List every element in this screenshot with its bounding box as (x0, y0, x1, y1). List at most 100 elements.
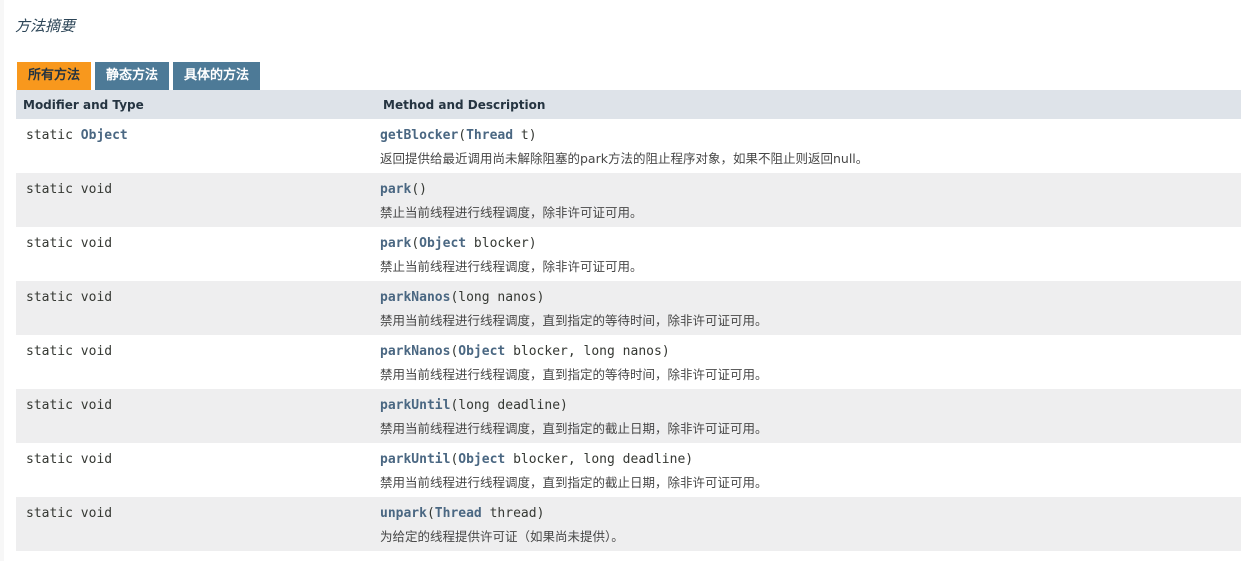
param-name: blocker (466, 236, 529, 251)
tab-concrete-methods[interactable]: 具体的方法 (173, 62, 261, 90)
modifier-and-type: static void (16, 497, 377, 521)
method-description: 禁用当前线程进行线程调度，直到指定的截止日期，除非许可证可用。 (380, 475, 768, 490)
method-name-link[interactable]: parkNanos (380, 290, 450, 305)
column-header-method: Method and Description (377, 90, 1241, 119)
modifier-keyword: static (26, 128, 73, 143)
modifier-cell: static void (16, 173, 377, 227)
method-filter-tabs: 所有方法 静态方法 具体的方法 (17, 62, 261, 90)
return-type: void (80, 344, 113, 359)
param-type-link[interactable]: Thread (435, 506, 482, 521)
table-row: static void park(Object blocker) 禁止当前线程进… (16, 227, 1241, 281)
modifier-cell: static void (16, 227, 377, 281)
open-paren: ( (426, 506, 435, 521)
modifier-and-type: static Object (16, 119, 377, 143)
modifier-and-type: static void (16, 281, 377, 305)
method-description: 为给定的线程提供许可证（如果尚未提供）。 (380, 529, 624, 544)
column-header-modifier: Modifier and Type (16, 90, 377, 119)
open-paren: ( (411, 236, 420, 251)
method-name-link[interactable]: unpark (380, 506, 427, 521)
modifier-keyword: static (26, 506, 73, 521)
table-row: static Object getBlocker(Thread t) 返回提供给… (16, 119, 1241, 173)
table-row: static void parkNanos(Object blocker, lo… (16, 335, 1241, 389)
modifier-keyword: static (26, 236, 73, 251)
table-row: static void unpark(Thread thread) 为给定的线程… (16, 497, 1241, 551)
method-name-link[interactable]: parkNanos (380, 344, 450, 359)
param-name-2: long deadline (583, 452, 686, 467)
modifier-cell: static void (16, 497, 377, 551)
param-name: thread (481, 506, 537, 521)
modifier-and-type: static void (16, 227, 377, 251)
close-paren: ) (528, 128, 537, 143)
method-description: 禁用当前线程进行线程调度，直到指定的等待时间，除非许可证可用。 (380, 367, 768, 382)
close-paren: ) (528, 236, 537, 251)
method-name-link[interactable]: parkUntil (380, 398, 450, 413)
method-cell: parkUntil(Object blocker, long deadline)… (377, 443, 1241, 497)
method-signature: parkUntil(long deadline) (377, 389, 1241, 413)
modifier-and-type: static void (16, 389, 377, 413)
method-signature: unpark(Thread thread) (377, 497, 1241, 521)
method-cell: park() 禁止当前线程进行线程调度，除非许可证可用。 (377, 173, 1241, 227)
method-cell: park(Object blocker) 禁止当前线程进行线程调度，除非许可证可… (377, 227, 1241, 281)
method-signature: park(Object blocker) (377, 227, 1241, 251)
method-signature: getBlocker(Thread t) (377, 119, 1241, 143)
modifier-cell: static void (16, 281, 377, 335)
method-name-link[interactable]: park (380, 236, 411, 251)
open-paren: ( (458, 128, 467, 143)
table-row: static void park() 禁止当前线程进行线程调度，除非许可证可用。 (16, 173, 1241, 227)
return-type: void (80, 182, 113, 197)
param-type-link[interactable]: Object (419, 236, 466, 251)
table-row: static void parkNanos(long nanos) 禁用当前线程… (16, 281, 1241, 335)
method-rows: static Object getBlocker(Thread t) 返回提供给… (16, 119, 1241, 551)
modifier-and-type: static void (16, 173, 377, 197)
param-name: t (513, 128, 529, 143)
method-description: 禁止当前线程进行线程调度，除非许可证可用。 (380, 205, 643, 220)
table-row: static void parkUntil(long deadline) 禁用当… (16, 389, 1241, 443)
method-name-link[interactable]: parkUntil (380, 452, 450, 467)
method-signature: parkNanos(Object blocker, long nanos) (377, 335, 1241, 359)
table-row: static void parkUntil(Object blocker, lo… (16, 443, 1241, 497)
method-summary-table: Modifier and Type Method and Description… (16, 90, 1241, 551)
param-separator: , (567, 452, 584, 467)
method-description: 禁用当前线程进行线程调度，直到指定的等待时间，除非许可证可用。 (380, 313, 768, 328)
return-type-link[interactable]: Object (81, 128, 128, 143)
modifier-keyword: static (26, 290, 73, 305)
return-type: void (80, 506, 113, 521)
param-type-link[interactable]: Thread (466, 128, 513, 143)
param-name: blocker (505, 344, 568, 359)
modifier-and-type: static void (16, 443, 377, 467)
table-header-row: Modifier and Type Method and Description (16, 90, 1241, 119)
param-type-link[interactable]: Object (458, 452, 505, 467)
method-name-link[interactable]: getBlocker (380, 128, 458, 143)
close-paren: ) (560, 398, 568, 413)
modifier-cell: static Object (16, 119, 377, 173)
method-signature: parkUntil(Object blocker, long deadline) (377, 443, 1241, 467)
method-description: 返回提供给最近调用尚未解除阻塞的park方法的阻止程序对象，如果不阻止则返回nu… (380, 151, 869, 166)
page: 方法摘要 所有方法 静态方法 具体的方法 Modifier and Type M… (0, 0, 1241, 561)
param-type-link[interactable]: Object (458, 344, 505, 359)
return-type: void (80, 452, 113, 467)
modifier-keyword: static (26, 344, 73, 359)
param-name: long deadline (458, 398, 561, 413)
modifier-keyword: static (26, 398, 73, 413)
close-paren: ) (536, 506, 545, 521)
param-name: blocker (505, 452, 568, 467)
return-type: void (80, 398, 113, 413)
method-description: 禁止当前线程进行线程调度，除非许可证可用。 (380, 259, 643, 274)
return-type: void (80, 236, 113, 251)
modifier-cell: static void (16, 335, 377, 389)
modifier-keyword: static (26, 452, 73, 467)
param-name: long nanos (458, 290, 537, 305)
tab-all-methods[interactable]: 所有方法 (17, 62, 92, 90)
close-paren: ) (536, 290, 545, 305)
method-signature: parkNanos(long nanos) (377, 281, 1241, 305)
method-name-link[interactable]: park (380, 182, 411, 197)
modifier-cell: static void (16, 443, 377, 497)
close-paren: ) (419, 182, 427, 197)
tab-static-methods[interactable]: 静态方法 (95, 62, 170, 90)
modifier-and-type: static void (16, 335, 377, 359)
method-cell: parkNanos(long nanos) 禁用当前线程进行线程调度，直到指定的… (377, 281, 1241, 335)
return-type: void (80, 290, 113, 305)
method-cell: parkUntil(long deadline) 禁用当前线程进行线程调度，直到… (377, 389, 1241, 443)
method-description: 禁用当前线程进行线程调度，直到指定的截止日期，除非许可证可用。 (380, 421, 768, 436)
method-cell: parkNanos(Object blocker, long nanos) 禁用… (377, 335, 1241, 389)
